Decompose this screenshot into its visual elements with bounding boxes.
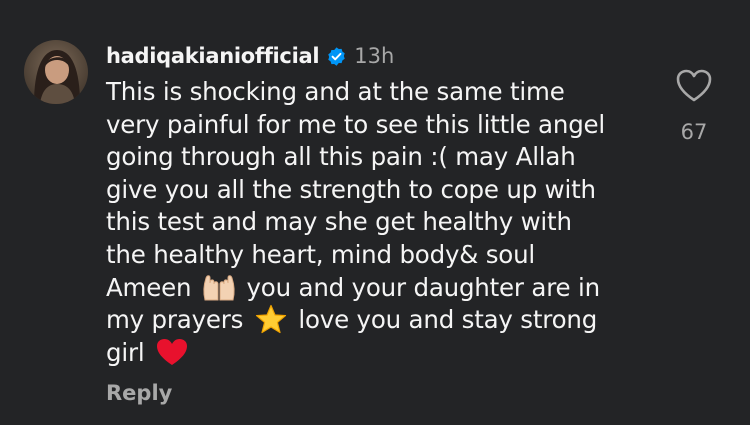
like-button[interactable]: [674, 66, 714, 106]
comment-line: very painful for me to see this little a…: [106, 109, 606, 139]
heart-outline-icon: [676, 69, 712, 102]
comment-line: the healthy heart, mind body& soul: [106, 239, 536, 269]
comment-line: this test and may she get healthy with: [106, 207, 572, 237]
like-count: 67: [680, 120, 708, 144]
comment-text-segment: you and your daughter are in: [246, 272, 601, 302]
username[interactable]: hadiqakianiofficial: [106, 44, 320, 68]
timestamp: 13h: [354, 44, 395, 68]
comment-text-segment: my prayers: [106, 305, 244, 335]
star-icon: [253, 304, 289, 334]
avatar-image: [24, 40, 88, 104]
avatar[interactable]: [24, 40, 88, 104]
comment-line: give you all the strength to cope up wit…: [106, 174, 596, 204]
palms-up-together-icon: [201, 272, 237, 302]
comment-line: going through all this pain :( may Allah: [106, 142, 576, 172]
red-heart-icon: [154, 337, 190, 367]
comment-header: hadiqakianiofficial 13h: [106, 40, 394, 72]
comment-line: Ameen you and your daughter are in: [106, 272, 651, 305]
comment-line: This is shocking and at the same time: [106, 77, 565, 106]
comment-text: This is shocking and at the same time ve…: [106, 76, 651, 369]
verified-badge-icon: [326, 46, 347, 67]
reply-button[interactable]: Reply: [106, 381, 172, 405]
comment-text-segment: love you and stay strong: [298, 305, 598, 335]
comment: hadiqakianiofficial 13h This is shocking…: [0, 0, 750, 425]
comment-text-segment: girl: [106, 337, 145, 367]
comment-line: my prayers love you and stay strong: [106, 304, 651, 337]
comment-text-segment: Ameen: [106, 272, 192, 302]
comment-line: girl: [106, 337, 651, 370]
